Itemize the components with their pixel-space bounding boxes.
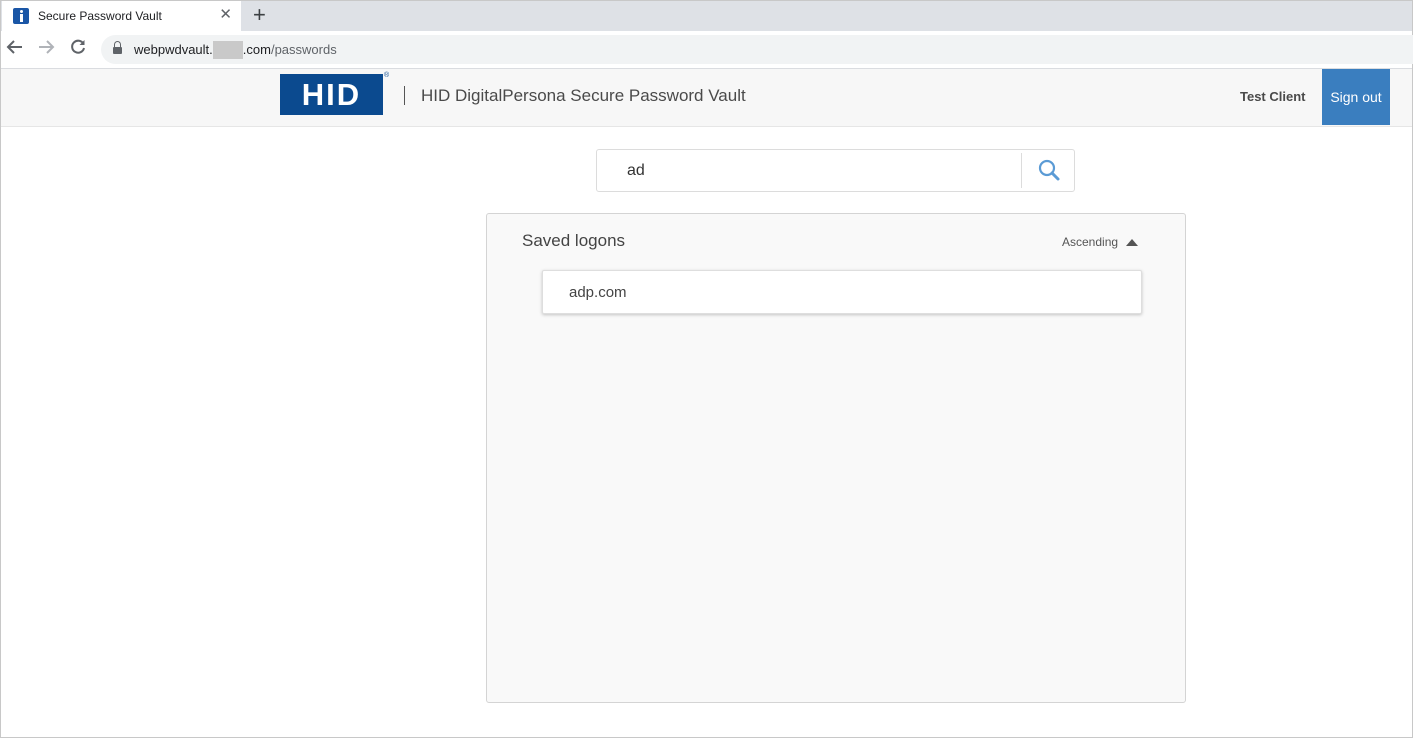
saved-logons-title: Saved logons [522, 231, 626, 250]
tab-title: Secure Password Vault [38, 9, 162, 23]
saved-logons-panel: Saved logons Ascending adp.com [486, 213, 1186, 703]
close-tab-icon[interactable]: ✕ [219, 7, 232, 23]
registered-mark: ® [384, 72, 390, 79]
page-title: HID DigitalPersona Secure Password Vault [421, 86, 746, 105]
forward-arrow-icon[interactable] [36, 38, 56, 60]
address-bar[interactable]: webpwdvault. .com /passwords [101, 35, 1413, 64]
sort-label: Ascending [1062, 235, 1119, 249]
search-icon [1038, 159, 1060, 181]
url-host-suffix: .com [242, 42, 271, 57]
url-host-prefix: webpwdvault. [134, 42, 213, 57]
logon-label: adp.com [569, 284, 627, 301]
sign-out-button[interactable]: Sign out [1322, 69, 1390, 125]
logo-text: HID [301, 76, 362, 112]
user-name: Test Client [1240, 89, 1306, 104]
browser-toolbar: webpwdvault. .com /passwords [1, 31, 1413, 69]
browser-tab[interactable]: Secure Password Vault ✕ [2, 1, 241, 31]
url-path: /passwords [270, 42, 337, 57]
lock-icon [113, 40, 122, 57]
sort-toggle[interactable]: Ascending [1062, 235, 1139, 249]
redacted-block [212, 40, 243, 59]
header-divider [404, 86, 405, 105]
app-header: HID ® HID DigitalPersona Secure Password… [1, 69, 1412, 127]
new-tab-icon[interactable]: + [253, 4, 266, 26]
reload-icon[interactable] [68, 38, 88, 60]
browser-tabstrip: Secure Password Vault ✕ + [1, 1, 1412, 31]
caret-up-icon [1126, 238, 1139, 246]
search-input[interactable] [627, 160, 1007, 182]
info-favicon-icon [13, 8, 29, 24]
url-text: webpwdvault. .com /passwords [134, 40, 337, 59]
search-separator [1021, 153, 1022, 188]
list-item[interactable]: adp.com [542, 270, 1142, 314]
search-box [596, 149, 1075, 192]
search-button[interactable] [1025, 152, 1073, 190]
hid-logo: HID [280, 74, 383, 115]
back-arrow-icon[interactable] [5, 38, 25, 60]
